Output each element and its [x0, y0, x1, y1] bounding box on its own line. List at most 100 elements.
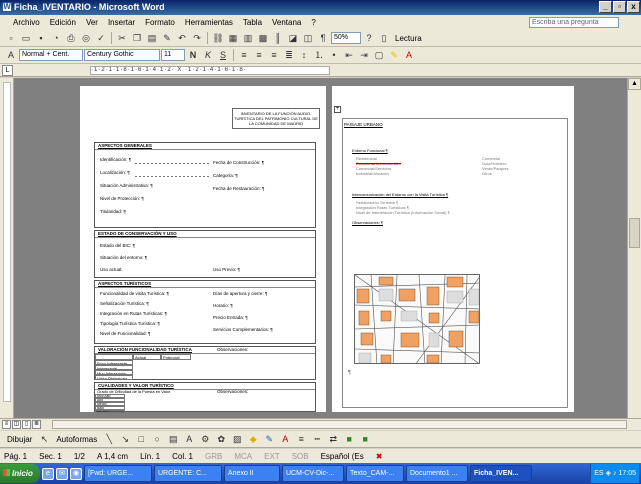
menu-insertar[interactable]: Insertar — [103, 15, 140, 30]
menu-help[interactable]: ? — [306, 15, 320, 30]
document-map-icon[interactable]: ◫ — [301, 32, 315, 45]
wordart-icon[interactable]: A — [182, 433, 196, 446]
print-preview-icon[interactable]: ◎ — [79, 32, 93, 45]
autoshapes-menu-button[interactable]: Autoformas — [53, 435, 100, 444]
field-fecha-restauracion[interactable]: Fecha de Restauración: ¶ — [213, 186, 264, 191]
field-observaciones[interactable]: Observaciones: — [217, 347, 248, 352]
insert-excel-icon[interactable]: ▩ — [256, 32, 270, 45]
vertical-ruler-scale[interactable] — [3, 82, 11, 402]
spelling-status-icon[interactable]: ✖ — [376, 452, 383, 461]
align-left-icon[interactable]: ≡ — [237, 49, 251, 62]
open-folder-icon[interactable]: ▭ — [19, 32, 33, 45]
page-2[interactable]: + PAISAJE URBANO Entorno Funcional ¶ Res… — [332, 86, 574, 412]
draw-menu-button[interactable]: Dibujar — [4, 435, 35, 444]
insert-table-icon[interactable]: ▥ — [241, 32, 255, 45]
entorno-item[interactable]: Otros — [482, 171, 492, 176]
new-document-icon[interactable]: ▫ — [4, 32, 18, 45]
sub-item[interactable]: Nivel de Interrelación Turística (Inform… — [356, 210, 450, 215]
field-integracion-rutas[interactable]: Integración en Rutas Turísticas: ¶ — [100, 311, 167, 316]
ie-quicklaunch-icon[interactable]: e — [42, 467, 54, 480]
field-funcionalidad[interactable]: Funcionalidad de visita Turística: ¶ — [100, 291, 169, 296]
drawing-icon[interactable]: ◪ — [286, 32, 300, 45]
restore-button[interactable]: ▫ — [613, 1, 626, 13]
scroll-up-icon[interactable]: ▲ — [628, 78, 641, 90]
table-move-handle-icon[interactable]: + — [334, 106, 341, 113]
print-view-icon[interactable]: ▯ — [22, 420, 31, 429]
field-uso-previo[interactable]: Uso Previo: ¶ — [213, 267, 240, 272]
field-servicios-complementarios[interactable]: Servicios Complementarios: ¶ — [213, 327, 273, 332]
diagram-icon[interactable]: ⚙ — [198, 433, 212, 446]
field-horario[interactable]: Horario: ¶ — [213, 303, 233, 308]
menu-ventana[interactable]: Ventana — [267, 15, 306, 30]
taskbar-item[interactable]: Anexo II — [224, 465, 280, 482]
print-icon[interactable]: ⎙ — [64, 32, 78, 45]
menu-archivo[interactable]: Archivo — [8, 15, 45, 30]
status-language[interactable]: Español (Es — [321, 452, 364, 461]
minimize-button[interactable]: _ — [599, 1, 612, 13]
cut-icon[interactable]: ✂ — [115, 32, 129, 45]
italic-button[interactable]: K — [201, 49, 215, 62]
field-estado-bic[interactable]: Estado del BIC: ¶ — [100, 243, 135, 248]
dash-style-icon[interactable]: ┅ — [310, 433, 324, 446]
tray-volume-icon[interactable]: ♪ — [613, 464, 617, 483]
draw-font-color-icon[interactable]: A — [278, 433, 292, 446]
start-button[interactable]: Inicio — [0, 464, 40, 483]
scroll-thumb[interactable] — [629, 218, 640, 248]
font-select[interactable]: Century Gothic — [84, 49, 160, 61]
paste-icon[interactable]: ▤ — [145, 32, 159, 45]
field-situacion-administrativa[interactable]: Situación Administrativa: ¶ — [100, 183, 153, 188]
line-spacing-icon[interactable]: ↕ — [297, 49, 311, 62]
help-question-input[interactable]: Escriba una pregunta — [529, 17, 619, 28]
highlight-icon[interactable]: ✎ — [387, 49, 401, 62]
rectangle-tool-icon[interactable]: □ — [134, 433, 148, 446]
taskbar-item-active[interactable]: Ficha_IVEN... — [470, 465, 532, 482]
status-overtype[interactable]: SOB — [292, 452, 309, 461]
field-precio-entrada[interactable]: Precio Entrada: ¶ — [213, 315, 248, 320]
field-observaciones[interactable]: Observaciones: — [217, 389, 248, 394]
line-style-icon[interactable]: ≡ — [294, 433, 308, 446]
field-localizacion[interactable]: Localización: ¶ — [100, 170, 130, 175]
horizontal-scrollbar[interactable] — [52, 420, 627, 429]
underline-button[interactable]: S — [216, 49, 230, 62]
redo-icon[interactable]: ↷ — [190, 32, 204, 45]
save-icon[interactable]: ▪ — [34, 32, 48, 45]
line-color-icon[interactable]: ✎ — [262, 433, 276, 446]
font-color-icon[interactable]: A — [402, 49, 416, 62]
clipart-icon[interactable]: ✿ — [214, 433, 228, 446]
fill-color-icon[interactable]: ◆ — [246, 433, 260, 446]
language-indicator[interactable]: ES — [594, 464, 603, 483]
field-titularidad[interactable]: Titularidad: ¶ — [100, 209, 126, 214]
help-icon[interactable]: ? — [362, 32, 376, 45]
menu-edicion[interactable]: Edición — [45, 15, 81, 30]
line-tool-icon[interactable]: ╲ — [102, 433, 116, 446]
read-mode-button[interactable]: Lectura — [392, 34, 425, 43]
taskbar-item[interactable]: URGENTE: C... — [154, 465, 222, 482]
field-situacion-entorno[interactable]: Situación del entorno: ¶ — [100, 255, 147, 260]
arrow-tool-icon[interactable]: ↘ — [118, 433, 132, 446]
clock[interactable]: 17:05 — [618, 464, 636, 483]
show-hide-icon[interactable]: ¶ — [316, 32, 330, 45]
vertical-scrollbar[interactable]: ▲ — [627, 78, 641, 418]
insert-picture-icon[interactable]: ▨ — [230, 433, 244, 446]
taskbar-item[interactable]: [Fwd: URGE... — [84, 465, 152, 482]
outline-view-icon[interactable]: ≣ — [32, 420, 41, 429]
tray-network-icon[interactable]: ◈ — [606, 464, 611, 483]
menu-formato[interactable]: Formato — [140, 15, 180, 30]
field-nivel-funcionalidad[interactable]: Nivel de Funcionalidad: ¶ — [100, 331, 150, 336]
format-painter-icon[interactable]: ✎ — [160, 32, 174, 45]
page-1[interactable]: INVENTARIO DE LA FUNCIÓN AUDIO-TURÍSTICA… — [80, 86, 326, 413]
hyperlink-icon[interactable]: ⛓ — [211, 32, 225, 45]
intercomunicacion-heading[interactable]: Intercomunicación del Entorno con la Vis… — [352, 192, 448, 197]
align-center-icon[interactable]: ≡ — [252, 49, 266, 62]
status-track-changes[interactable]: MCA — [234, 452, 252, 461]
increase-indent-icon[interactable]: ⇥ — [357, 49, 371, 62]
3d-style-icon[interactable]: ■ — [358, 433, 372, 446]
menu-ver[interactable]: Ver — [81, 15, 103, 30]
zoom-select[interactable]: 50% — [331, 32, 361, 44]
taskbar-item[interactable]: UCM-CV-Dic-... — [282, 465, 344, 482]
entorno-funcional-heading[interactable]: Entorno Funcional ¶ — [352, 148, 388, 153]
web-view-icon[interactable]: ◫ — [12, 420, 21, 429]
field-nivel-proteccion[interactable]: Nivel de Protección: ¶ — [100, 196, 144, 201]
normal-view-icon[interactable]: ≡ — [2, 420, 11, 429]
browser-quicklaunch-icon[interactable]: ◉ — [70, 467, 82, 480]
